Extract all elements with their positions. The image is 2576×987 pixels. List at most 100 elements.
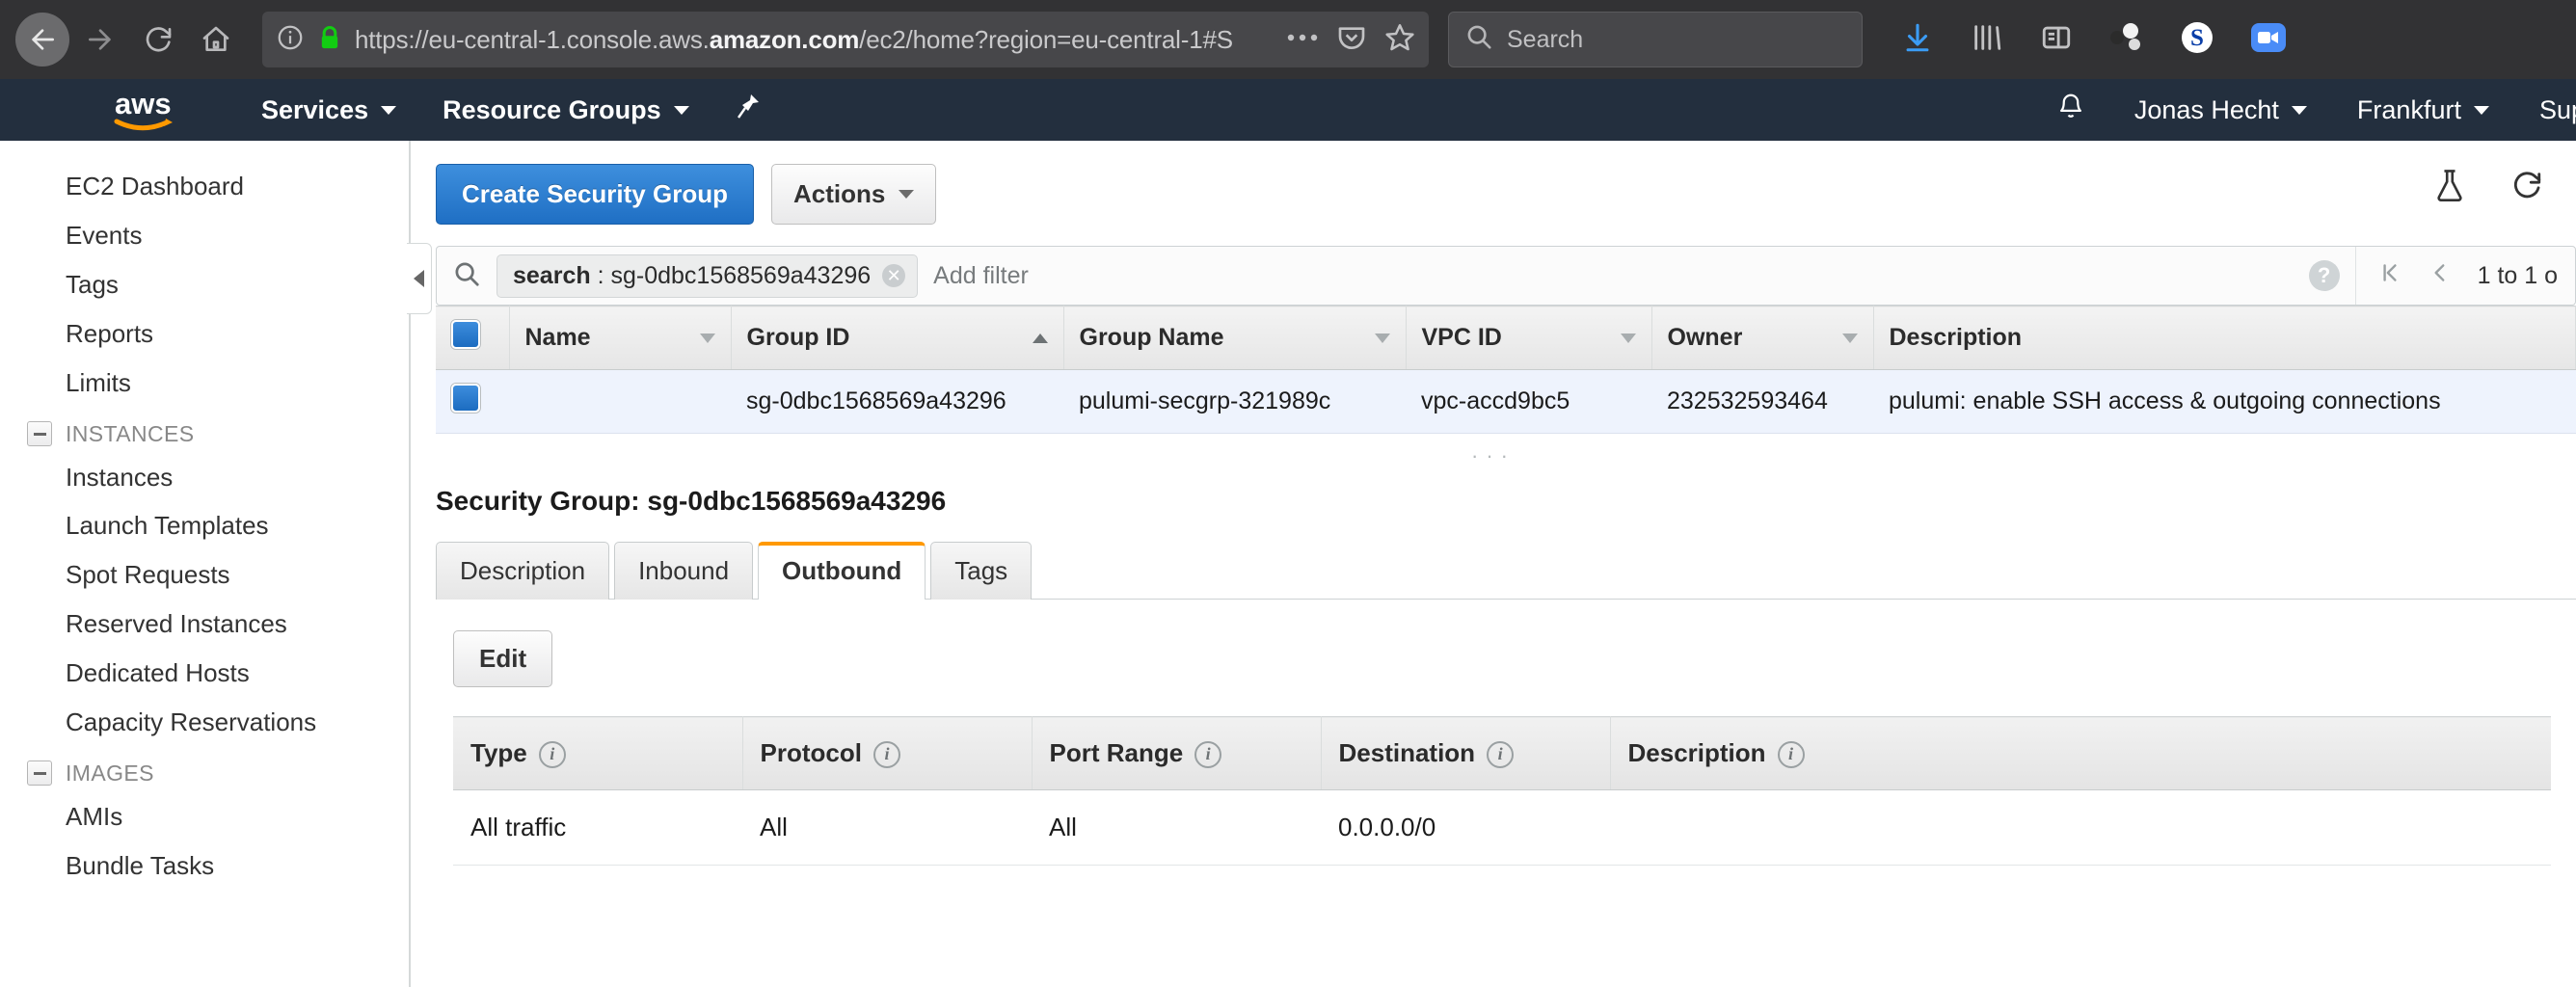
url-text: https://eu-central-1.console.aws.amazon.… [355,24,1233,54]
sidebar-item-bundle-tasks[interactable]: Bundle Tasks [0,841,409,891]
column-header-owner[interactable]: Owner [1651,306,1874,370]
pocket-icon[interactable] [1336,22,1367,58]
nav-services[interactable]: Services [261,94,397,125]
rules-column-label: Type [470,738,527,767]
info-icon[interactable]: i [538,740,566,768]
detail-panel-title: Security Group: sg-0dbc1568569a43296 [436,486,947,516]
previous-page-button[interactable] [2428,260,2453,292]
aws-global-navigation: aws Services Resource Groups Jonas Hecht… [0,79,2576,141]
tab-inbound[interactable]: Inbound [614,542,754,600]
filter-search-area[interactable]: search : sg-0dbc1568569a43296 ✕ Add filt… [437,247,2355,305]
row-checkbox[interactable] [451,384,480,413]
downloads-icon[interactable] [1901,21,1934,59]
tab-outbound[interactable]: Outbound [758,542,926,600]
actions-button-label: Actions [792,179,886,208]
sidebar-item-limits[interactable]: Limits [0,359,409,408]
info-icon[interactable]: i [1194,740,1222,768]
sidebar-item-capacity-reservations[interactable]: Capacity Reservations [0,698,409,747]
browser-extension-toolbar: S [1866,21,2287,59]
molecule-extension-icon[interactable] [2109,22,2144,58]
refresh-icon[interactable] [2510,169,2543,206]
column-header-vpc-id[interactable]: VPC ID [1406,306,1652,370]
aws-logo[interactable]: aws [111,88,203,132]
sidebar-item-amis[interactable]: AMIs [0,792,409,841]
library-icon[interactable] [1971,21,2003,59]
table-row[interactable]: sg-0dbc1568569a43296 pulumi-secgrp-321989… [436,369,2576,434]
sidebar-item-spot-requests[interactable]: Spot Requests [0,550,409,600]
sidebar-item-instances[interactable]: Instances [0,453,409,502]
column-header-label: Name [524,324,591,351]
home-button[interactable] [189,13,243,67]
actions-button[interactable]: Actions [770,164,937,225]
sophos-extension-icon[interactable]: S [2181,21,2214,59]
sort-menu-icon[interactable] [1620,333,1636,343]
toolbar-right-icons [2433,168,2543,207]
https-lock-icon[interactable] [316,23,343,57]
page-info-icon[interactable] [276,23,305,57]
sidebar-item-reports[interactable]: Reports [0,309,409,359]
nav-resource-groups[interactable]: Resource Groups [443,95,689,125]
cell-description: pulumi: enable SSH access & outgoing con… [1873,369,2576,434]
cell-vpc-id: vpc-accd9bc5 [1406,369,1651,434]
region-menu-label: Frankfurt [2356,94,2461,124]
bookmark-star-icon[interactable] [1384,22,1415,58]
filter-chip[interactable]: search : sg-0dbc1568569a43296 ✕ [496,253,919,298]
rules-column-label: Port Range [1049,738,1184,767]
forward-button[interactable] [73,13,127,67]
browser-search-box[interactable]: Search [1448,12,1863,67]
remove-filter-icon[interactable]: ✕ [882,264,906,287]
back-button[interactable] [15,13,69,67]
select-all-header[interactable] [436,306,510,370]
column-header-group-id[interactable]: Group ID [731,306,1064,370]
column-header-name[interactable]: Name [509,306,732,370]
support-menu[interactable]: Sup [2539,95,2576,125]
account-menu[interactable]: Jonas Hecht [2134,95,2307,125]
sidebar-item-launch-templates[interactable]: Launch Templates [0,501,409,550]
notifications-button[interactable] [2057,92,2084,129]
rules-column-label: Description [1627,738,1766,767]
rules-column-type: Type i [453,716,743,790]
region-menu[interactable]: Frankfurt [2357,95,2489,125]
sort-menu-icon[interactable] [699,333,715,343]
sidebar-item-dedicated-hosts[interactable]: Dedicated Hosts [0,649,409,698]
reload-button[interactable] [131,13,185,67]
column-header-label: Group Name [1079,324,1224,351]
info-icon[interactable]: i [872,740,900,768]
edit-rules-button[interactable]: Edit [453,630,553,687]
nav-pin-button[interactable] [736,93,761,128]
table-header-row: Name Group ID Group Name VPC ID Owner Descrip… [436,306,2576,370]
help-icon[interactable]: ? [2308,260,2340,291]
tab-description[interactable]: Description [436,542,610,600]
row-checkbox-cell[interactable] [436,369,509,434]
sidebar-group-images[interactable]: IMAGES [0,747,409,792]
nav-services-label: Services [261,94,369,124]
zoom-video-icon[interactable] [2250,21,2287,59]
sort-menu-icon[interactable] [1374,333,1390,343]
sort-menu-icon[interactable] [1841,333,1858,343]
cell-owner: 232532593464 [1651,369,1873,434]
first-page-button[interactable] [2377,260,2402,292]
column-header-description[interactable]: Description [1873,306,2576,370]
column-header-group-name[interactable]: Group Name [1063,306,1407,370]
sort-ascending-icon[interactable] [1032,333,1048,343]
support-menu-label: Sup [2538,94,2576,124]
sidebar-collapse-button[interactable] [407,243,432,314]
address-bar[interactable]: https://eu-central-1.console.aws.amazon.… [262,12,1429,67]
collapse-icon[interactable] [27,421,52,447]
sidebar-group-instances[interactable]: INSTANCES [0,408,409,453]
experiment-beaker-icon[interactable] [2433,168,2466,207]
sidebar-item-ec2-dashboard[interactable]: EC2 Dashboard [0,162,409,211]
tab-tags[interactable]: Tags [930,542,1033,600]
create-security-group-button[interactable]: Create Security Group [436,164,754,225]
collapse-icon[interactable] [27,760,52,787]
page-actions-ellipsis-icon[interactable] [1286,31,1319,48]
sidebar-item-reserved-instances[interactable]: Reserved Instances [0,600,409,649]
sidebar-item-tags[interactable]: Tags [0,260,409,309]
ec2-sidebar: EC2 Dashboard Events Tags Reports Limits INST… [0,141,432,987]
select-all-checkbox[interactable] [451,320,480,349]
info-icon[interactable]: i [1487,740,1515,768]
panel-resize-grip[interactable]: ··· [411,434,2576,474]
sidebar-toggle-icon[interactable] [2040,21,2073,59]
info-icon[interactable]: i [1777,740,1805,768]
sidebar-item-events[interactable]: Events [0,211,409,260]
